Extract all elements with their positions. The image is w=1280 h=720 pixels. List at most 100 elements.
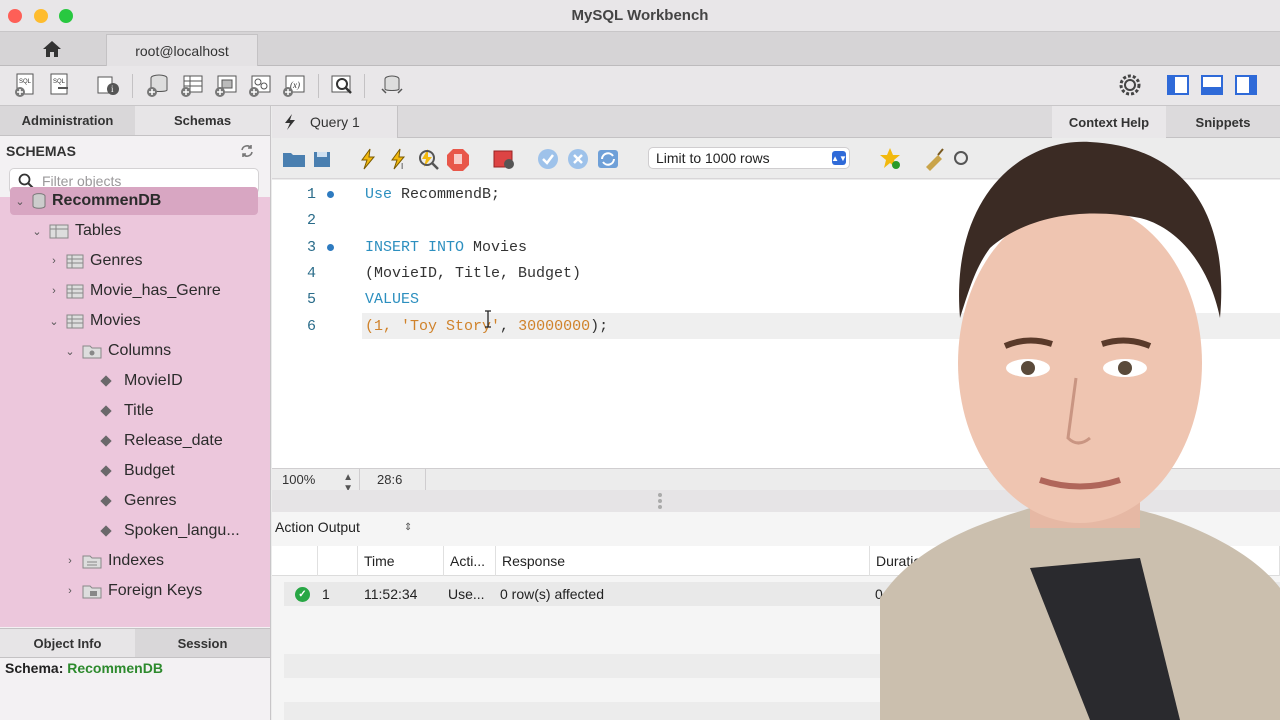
column-icon xyxy=(100,435,112,447)
chevron-down-icon[interactable]: ⌄ xyxy=(14,195,26,208)
tree-foreign-keys[interactable]: › Foreign Keys xyxy=(0,576,270,606)
tree-label: Movies xyxy=(90,312,141,329)
tree-column-budget[interactable]: Budget xyxy=(0,456,270,486)
create-table-icon[interactable] xyxy=(178,71,206,99)
statement-marker xyxy=(327,244,334,251)
column-header-response[interactable]: Response xyxy=(496,546,870,576)
chevron-right-icon[interactable]: › xyxy=(64,555,76,567)
row-time: 11:52:34 xyxy=(364,586,418,602)
chevron-down-icon[interactable]: ⌄ xyxy=(48,315,60,328)
toggle-output-panel-icon[interactable] xyxy=(1198,71,1226,99)
indexes-folder-icon xyxy=(82,555,102,569)
execute-current-icon[interactable]: I xyxy=(384,145,412,173)
tree-schema-recommendb[interactable]: ⌄ RecommenDB xyxy=(0,186,270,216)
open-sql-script-icon[interactable]: SQL xyxy=(46,71,74,99)
create-schema-icon[interactable] xyxy=(144,71,172,99)
tree-table-genres[interactable]: › Genres xyxy=(0,246,270,276)
tree-table-movie-has-genre[interactable]: › Movie_has_Genre xyxy=(0,276,270,306)
title-bar: MySQL Workbench xyxy=(0,0,1280,32)
drag-handle-icon xyxy=(658,493,662,509)
tree-indexes[interactable]: › Indexes xyxy=(0,546,270,576)
row-response: 0 row(s) affected xyxy=(500,586,605,602)
save-icon[interactable] xyxy=(308,145,336,173)
tab-query-1[interactable]: Query 1 xyxy=(272,106,398,138)
code-text: INSERT INTO Movies xyxy=(365,239,527,256)
window-title: MySQL Workbench xyxy=(571,7,709,24)
navigator-tabs: Administration Schemas xyxy=(0,106,270,136)
connection-tab[interactable]: root@localhost xyxy=(106,34,258,66)
toggle-secondary-sidebar-icon[interactable] xyxy=(1232,71,1260,99)
column-icon xyxy=(100,495,112,507)
row-action: Use... xyxy=(448,586,485,602)
tree-column-title[interactable]: Title xyxy=(0,396,270,426)
tree-label: Tables xyxy=(75,222,122,239)
line-number: 2 xyxy=(306,211,316,229)
chevron-down-icon[interactable]: ⌄ xyxy=(64,345,76,358)
column-header-status xyxy=(272,546,318,576)
tree-label: Budget xyxy=(124,462,175,479)
tree-columns[interactable]: ⌄ Columns xyxy=(0,336,270,366)
tree-label: Movie_has_Genre xyxy=(90,282,221,299)
schemas-header: SCHEMAS xyxy=(0,136,270,166)
create-function-icon[interactable]: (x) xyxy=(280,71,308,99)
tree-label: Spoken_langu... xyxy=(124,522,240,539)
limit-rows-value: Limit to 1000 rows xyxy=(656,150,770,166)
tab-administration[interactable]: Administration xyxy=(0,106,135,135)
info-tabs: Object Info Session xyxy=(0,628,270,658)
tab-schemas[interactable]: Schemas xyxy=(135,106,270,135)
chevron-updown-icon[interactable]: ⇕ xyxy=(404,522,412,533)
chevron-right-icon[interactable]: › xyxy=(48,285,60,297)
search-table-data-icon[interactable] xyxy=(328,71,356,99)
tab-object-info[interactable]: Object Info xyxy=(0,629,135,657)
commit-icon[interactable] xyxy=(534,145,562,173)
chevron-down-icon[interactable]: ⌄ xyxy=(31,225,43,238)
column-header-time[interactable]: Time xyxy=(358,546,444,576)
chevron-right-icon[interactable]: › xyxy=(64,585,76,597)
limit-rows-select[interactable]: Limit to 1000 rows ▲▼ xyxy=(648,147,850,169)
inspector-icon[interactable]: i xyxy=(94,71,122,99)
sql-text: , xyxy=(500,317,519,335)
stop-icon[interactable] xyxy=(444,145,472,173)
object-info: Schema: RecommenDB xyxy=(5,660,163,676)
toggle-sidebar-icon[interactable] xyxy=(1164,71,1192,99)
create-view-icon[interactable] xyxy=(212,71,240,99)
column-icon xyxy=(100,375,112,387)
tree-label: Genres xyxy=(124,492,177,509)
lightning-icon xyxy=(285,114,295,130)
toggle-stop-on-error-icon[interactable] xyxy=(490,145,518,173)
text-cursor-icon xyxy=(485,310,491,328)
tree-label: Columns xyxy=(108,342,172,359)
rollback-icon[interactable] xyxy=(564,145,592,173)
tables-folder-icon xyxy=(49,224,69,239)
chevron-right-icon[interactable]: › xyxy=(48,255,60,267)
reconnect-icon[interactable] xyxy=(378,71,406,99)
tree-column-release-date[interactable]: Release_date xyxy=(0,426,270,456)
refresh-icon[interactable] xyxy=(240,144,254,158)
tree-tables[interactable]: ⌄ Tables xyxy=(0,216,270,246)
tree-label: Foreign Keys xyxy=(108,582,203,599)
create-procedure-icon[interactable] xyxy=(246,71,274,99)
execute-icon[interactable] xyxy=(354,145,382,173)
object-info-schema: RecommenDB xyxy=(67,660,163,676)
open-folder-icon[interactable] xyxy=(280,145,308,173)
explain-icon[interactable] xyxy=(414,145,442,173)
tree-column-movieid[interactable]: MovieID xyxy=(0,366,270,396)
tree-column-spoken-languages[interactable]: Spoken_langu... xyxy=(0,516,270,546)
sql-keyword: VALUES xyxy=(365,290,420,308)
table-icon xyxy=(66,284,84,299)
autocommit-icon[interactable] xyxy=(594,145,622,173)
tree-label: MovieID xyxy=(124,372,183,389)
line-number: 1 xyxy=(306,185,316,203)
tab-session[interactable]: Session xyxy=(135,629,270,657)
sql-text: (1, xyxy=(365,317,402,335)
output-type-select[interactable]: Action Output xyxy=(275,519,360,535)
presenter-webcam-overlay xyxy=(880,141,1280,720)
tree-table-movies[interactable]: ⌄ Movies xyxy=(0,306,270,336)
status-success-icon: ✓ xyxy=(295,582,310,606)
tree-column-genres[interactable]: Genres xyxy=(0,486,270,516)
preferences-gear-icon[interactable] xyxy=(1116,71,1144,99)
zoom-select[interactable]: 100% ▲ ▼ xyxy=(272,469,360,494)
new-sql-tab-icon[interactable]: SQL xyxy=(12,71,40,99)
home-tab[interactable] xyxy=(0,32,104,66)
column-header-action[interactable]: Acti... xyxy=(444,546,496,576)
